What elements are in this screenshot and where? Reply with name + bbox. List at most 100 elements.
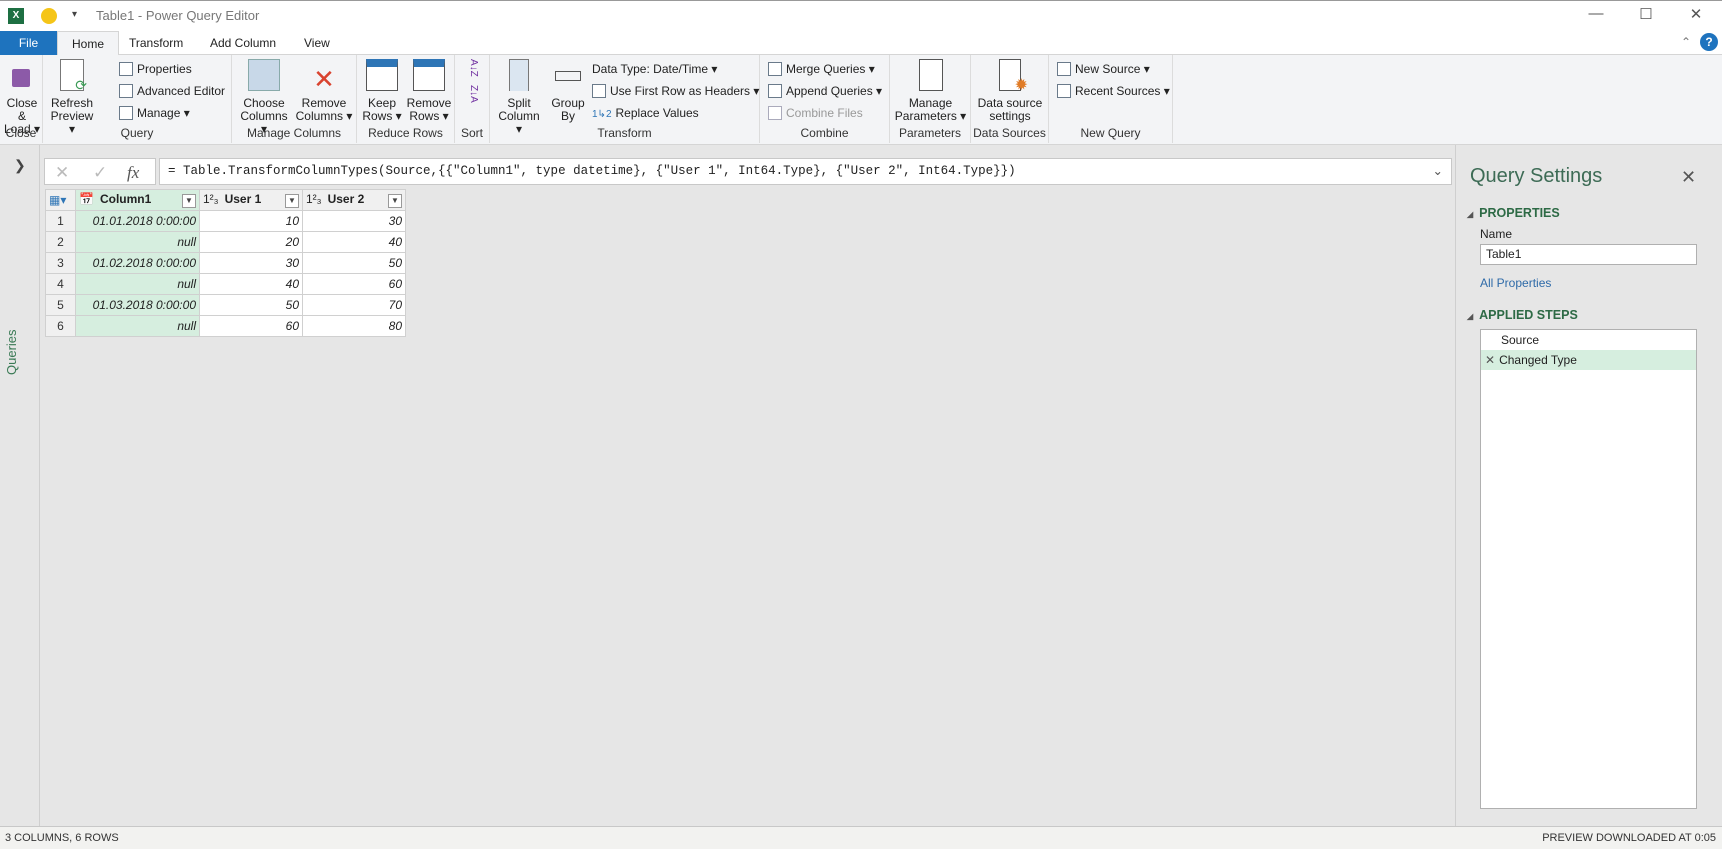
remove-columns-button[interactable]: ✕ Remove Columns ▾ xyxy=(294,59,354,123)
delete-step-icon[interactable]: ✕ xyxy=(1485,353,1495,367)
filter-dropdown-icon[interactable]: ▼ xyxy=(285,194,299,208)
cell-user2[interactable]: 70 xyxy=(302,294,406,316)
expand-chevron-icon[interactable]: ❯ xyxy=(14,157,26,174)
row-number[interactable]: 1 xyxy=(45,210,76,232)
sort-descending-button[interactable]: Z↓A xyxy=(463,85,483,103)
queries-pane[interactable]: ❯ Queries xyxy=(0,145,40,826)
collapse-ribbon-icon[interactable]: ⌃ xyxy=(1681,35,1691,49)
group-by-button[interactable]: Group By xyxy=(546,59,590,123)
replace-values-button[interactable]: 1↳2 Replace Values xyxy=(592,103,699,123)
table-row[interactable]: 1 01.01.2018 0:00:00 10 30 xyxy=(45,210,406,232)
cell-column1[interactable]: null xyxy=(75,315,200,337)
new-source-button[interactable]: New Source ▾ xyxy=(1057,59,1150,79)
datetime-type-icon[interactable]: 📅 xyxy=(79,192,94,206)
sort-ascending-button[interactable]: A↓Z xyxy=(463,59,483,77)
row-number[interactable]: 5 xyxy=(45,294,76,316)
refresh-preview-button[interactable]: ⟳ Refresh Preview ▾ xyxy=(47,59,97,136)
formula-bar[interactable]: = Table.TransformColumnTypes(Source,{{"C… xyxy=(159,158,1452,185)
cell-column1[interactable]: 01.03.2018 0:00:00 xyxy=(75,294,200,316)
maximize-button[interactable]: ☐ xyxy=(1626,5,1666,27)
cell-column1[interactable]: null xyxy=(75,273,200,295)
use-first-row-headers-button[interactable]: Use First Row as Headers ▾ xyxy=(592,81,759,101)
tab-file[interactable]: File xyxy=(0,31,57,55)
cell-user1[interactable]: 20 xyxy=(199,231,303,253)
recent-sources-button[interactable]: Recent Sources ▾ xyxy=(1057,81,1170,101)
cell-column1[interactable]: 01.02.2018 0:00:00 xyxy=(75,252,200,274)
column-header-user1[interactable]: 1²₃ User 1 ▼ xyxy=(199,189,303,211)
all-properties-link[interactable]: All Properties xyxy=(1480,276,1551,290)
remove-columns-icon: ✕ xyxy=(313,64,335,94)
new-source-icon xyxy=(1057,62,1071,76)
query-name-input[interactable]: Table1 xyxy=(1480,244,1697,265)
split-column-button[interactable]: Split Column ▾ xyxy=(494,59,544,136)
choose-columns-button[interactable]: Choose Columns ▾ xyxy=(236,59,292,136)
close-button[interactable]: ✕ xyxy=(1676,5,1716,27)
cell-user1[interactable]: 50 xyxy=(199,294,303,316)
tab-home[interactable]: Home xyxy=(57,31,120,56)
formula-text: = Table.TransformColumnTypes(Source,{{"C… xyxy=(168,164,1016,178)
step-source[interactable]: Source xyxy=(1481,330,1696,350)
table-row[interactable]: 3 01.02.2018 0:00:00 30 50 xyxy=(45,252,406,274)
cell-user1[interactable]: 10 xyxy=(199,210,303,232)
data-type-dropdown[interactable]: Data Type: Date/Time ▾ xyxy=(592,59,717,79)
expand-formula-icon[interactable]: ⌄ xyxy=(1433,159,1443,184)
step-changed-type[interactable]: ✕ Changed Type xyxy=(1481,350,1696,370)
cancel-formula-icon[interactable]: ✕ xyxy=(55,163,69,183)
keep-rows-button[interactable]: Keep Rows ▾ xyxy=(361,59,403,123)
queries-label[interactable]: Queries xyxy=(4,329,19,375)
cell-user2[interactable]: 80 xyxy=(302,315,406,337)
table-row[interactable]: 5 01.03.2018 0:00:00 50 70 xyxy=(45,294,406,316)
properties-button[interactable]: Properties xyxy=(119,59,192,79)
smiley-feedback-icon[interactable] xyxy=(41,8,57,24)
group-label: Manage Columns xyxy=(246,126,342,140)
step-label: Changed Type xyxy=(1499,353,1577,367)
append-queries-button[interactable]: Append Queries ▾ xyxy=(768,81,882,101)
combine-files-button[interactable]: Combine Files xyxy=(768,103,863,123)
cell-user1[interactable]: 40 xyxy=(199,273,303,295)
close-settings-icon[interactable]: ✕ xyxy=(1681,167,1696,188)
tab-transform[interactable]: Transform xyxy=(115,31,197,55)
row-number[interactable]: 6 xyxy=(45,315,76,337)
filter-dropdown-icon[interactable]: ▼ xyxy=(388,194,402,208)
cell-user2[interactable]: 60 xyxy=(302,273,406,295)
table-row[interactable]: 4 null 40 60 xyxy=(45,273,406,295)
confirm-formula-icon[interactable]: ✓ xyxy=(93,163,107,183)
tab-view[interactable]: View xyxy=(290,31,344,55)
row-number[interactable]: 2 xyxy=(45,231,76,253)
close-load-button[interactable]: Close & Load ▾ xyxy=(2,59,42,136)
fx-icon[interactable]: fx xyxy=(127,163,139,183)
cell-column1[interactable]: 01.01.2018 0:00:00 xyxy=(75,210,200,232)
close-load-label: Close & xyxy=(6,96,38,123)
data-source-settings-button[interactable]: ✹ Data source settings xyxy=(973,59,1047,123)
properties-icon xyxy=(119,62,133,76)
filter-dropdown-icon[interactable]: ▼ xyxy=(182,194,196,208)
merge-queries-button[interactable]: Merge Queries ▾ xyxy=(768,59,875,79)
applied-steps-section[interactable]: ◢ APPLIED STEPS xyxy=(1467,308,1578,322)
properties-section[interactable]: ◢ PROPERTIES xyxy=(1467,206,1560,220)
quick-access-dropdown-icon[interactable]: ▾ xyxy=(72,9,77,20)
cell-column1[interactable]: null xyxy=(75,231,200,253)
cell-user2[interactable]: 50 xyxy=(302,252,406,274)
cell-user1[interactable]: 30 xyxy=(199,252,303,274)
column-header-user2[interactable]: 1²₃ User 2 ▼ xyxy=(302,189,406,211)
table-row[interactable]: 6 null 60 80 xyxy=(45,315,406,337)
minimize-button[interactable]: — xyxy=(1576,5,1616,27)
first-row-label: Use First Row as Headers ▾ xyxy=(610,84,760,98)
manage-button[interactable]: Manage ▾ xyxy=(119,103,190,123)
column-header-column1[interactable]: 📅 Column1 ▼ xyxy=(75,189,200,211)
cell-user1[interactable]: 60 xyxy=(199,315,303,337)
row-number[interactable]: 4 xyxy=(45,273,76,295)
table-menu-button[interactable]: ▦▾ xyxy=(45,189,76,211)
help-icon[interactable]: ? xyxy=(1700,33,1718,51)
row-number[interactable]: 3 xyxy=(45,252,76,274)
tab-add-column[interactable]: Add Column xyxy=(196,31,290,55)
manage-parameters-button[interactable]: Manage Parameters ▾ xyxy=(892,59,969,123)
table-row[interactable]: 2 null 20 40 xyxy=(45,231,406,253)
cell-user2[interactable]: 40 xyxy=(302,231,406,253)
integer-type-icon[interactable]: 1²₃ xyxy=(203,192,219,206)
integer-type-icon[interactable]: 1²₃ xyxy=(306,192,322,206)
keep-rows-label-2: Rows ▾ xyxy=(362,109,402,123)
remove-rows-button[interactable]: Remove Rows ▾ xyxy=(405,59,453,123)
advanced-editor-button[interactable]: Advanced Editor xyxy=(119,81,225,101)
cell-user2[interactable]: 30 xyxy=(302,210,406,232)
